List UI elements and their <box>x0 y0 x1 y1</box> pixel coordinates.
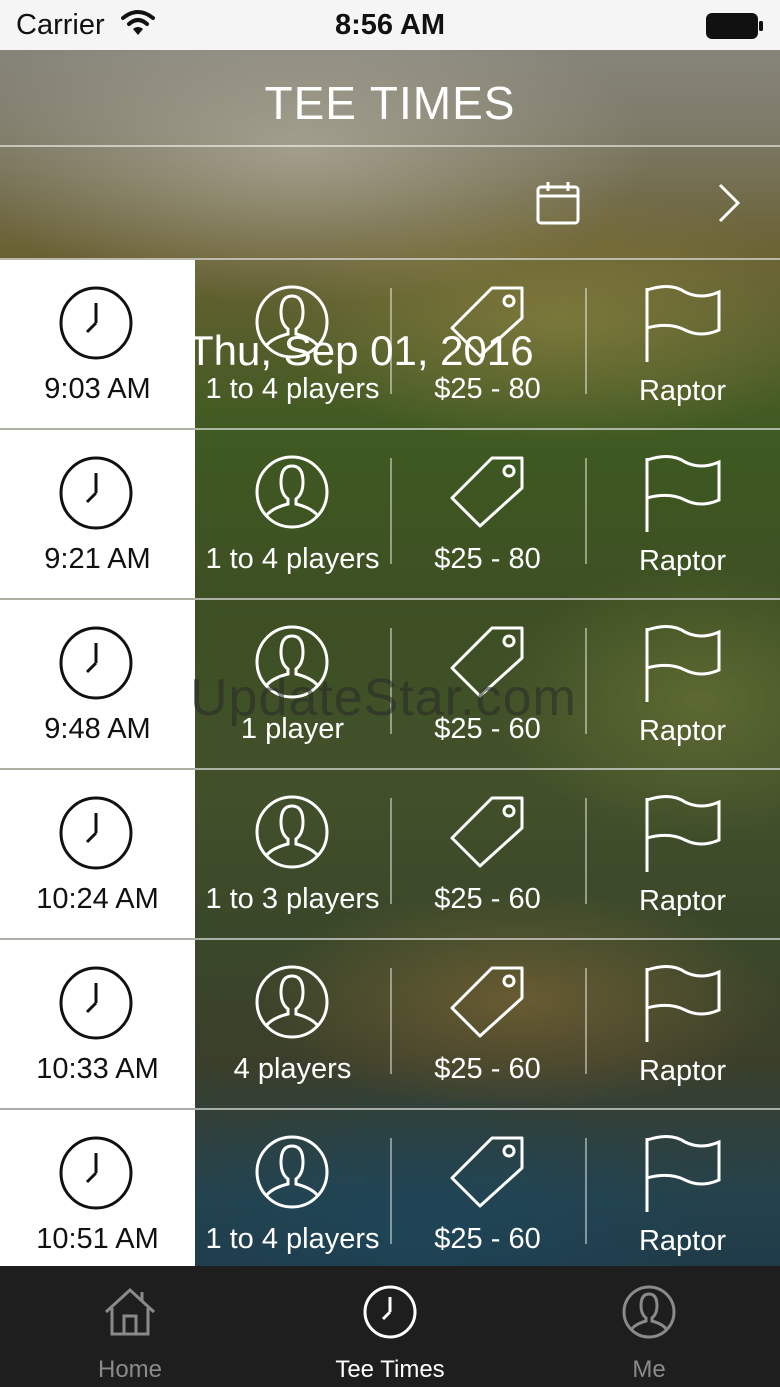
price-tag-icon <box>450 286 524 358</box>
price-cell: $25 - 80 <box>390 430 585 598</box>
time-cell[interactable]: 9:21 AM <box>0 430 195 598</box>
course-label: Raptor <box>638 1055 727 1087</box>
tee-time-row[interactable]: 9:21 AM 1 to 4 players $25 - 80 Raptor <box>0 428 780 598</box>
players-label: 4 players <box>233 1053 352 1085</box>
tab-bar: Home Tee Times Me <box>0 1266 780 1387</box>
person-icon <box>255 795 329 869</box>
course-cell: Raptor <box>585 600 780 768</box>
price-cell: $25 - 60 <box>390 770 585 938</box>
time-cell[interactable]: 10:33 AM <box>0 940 195 1108</box>
chevron-right-icon[interactable] <box>712 181 744 225</box>
clock-icon <box>59 286 133 360</box>
person-icon <box>255 285 329 359</box>
battery-icon <box>706 13 763 39</box>
status-bar: Carrier 8:56 AM <box>0 0 780 50</box>
players-cell: 1 to 4 players <box>195 1110 390 1266</box>
course-cell: Raptor <box>585 430 780 598</box>
tab-tee-times[interactable]: Tee Times <box>290 1266 490 1387</box>
players-label: 1 to 4 players <box>205 373 380 405</box>
course-label: Raptor <box>638 885 727 917</box>
players-label: 1 to 3 players <box>205 883 380 915</box>
course-label: Raptor <box>638 1225 727 1257</box>
players-cell: 1 to 4 players <box>195 260 390 428</box>
course-label: Raptor <box>638 545 727 577</box>
course-label: Raptor <box>638 715 727 747</box>
price-label: $25 - 60 <box>434 1053 541 1085</box>
price-label: $25 - 60 <box>434 883 541 915</box>
price-tag-icon <box>450 456 524 528</box>
person-icon <box>255 1135 329 1209</box>
course-cell: Raptor <box>585 260 780 428</box>
price-cell: $25 - 80 <box>390 260 585 428</box>
course-cell: Raptor <box>585 940 780 1108</box>
page-title-bar: TEE TIMES <box>0 50 780 146</box>
course-cell: Raptor <box>585 770 780 938</box>
players-label: 1 to 4 players <box>205 1223 380 1255</box>
price-tag-icon <box>450 1136 524 1208</box>
flag-icon <box>645 285 721 362</box>
players-cell: 1 to 3 players <box>195 770 390 938</box>
tee-time-row[interactable]: 10:33 AM 4 players $25 - 60 Raptor <box>0 938 780 1108</box>
clock-time: 8:56 AM <box>334 9 446 41</box>
course-cell: Raptor <box>585 1110 780 1266</box>
clock-icon <box>59 966 133 1040</box>
course-label: Raptor <box>638 375 727 407</box>
time-cell[interactable]: 9:48 AM <box>0 600 195 768</box>
page-title: TEE TIMES <box>264 77 516 129</box>
tee-time-row[interactable]: 9:03 AM 1 to 4 players $25 - 80 Raptor <box>0 258 780 428</box>
price-cell: $25 - 60 <box>390 940 585 1108</box>
players-cell: 4 players <box>195 940 390 1108</box>
person-icon <box>255 965 329 1039</box>
watermark: UpdateStar.com <box>190 669 577 727</box>
flag-icon <box>645 1135 721 1212</box>
clock-icon <box>59 1136 133 1210</box>
home-icon <box>104 1287 156 1336</box>
tee-time-label: 9:21 AM <box>44 543 151 575</box>
price-cell: $25 - 60 <box>390 1110 585 1266</box>
price-label: $25 - 60 <box>434 1223 541 1255</box>
time-cell[interactable]: 9:03 AM <box>0 260 195 428</box>
tee-time-label: 10:33 AM <box>36 1053 159 1085</box>
flag-icon <box>645 625 721 702</box>
clock-icon <box>59 626 133 700</box>
person-icon <box>255 455 329 529</box>
flag-icon <box>645 965 721 1042</box>
date-selector[interactable]: Thu, Sep 01, 2016 <box>0 147 780 374</box>
players-label: 1 to 4 players <box>205 543 380 575</box>
tab-home[interactable]: Home <box>30 1266 230 1387</box>
tee-time-label: 9:03 AM <box>44 373 151 405</box>
person-icon <box>622 1285 676 1339</box>
time-cell[interactable]: 10:51 AM <box>0 1110 195 1266</box>
players-cell: 1 to 4 players <box>195 430 390 598</box>
price-tag-icon <box>450 966 524 1038</box>
tee-times-list: 9:03 AM 1 to 4 players $25 - 80 Raptor 9:21 … <box>0 258 780 1266</box>
price-label: $25 - 80 <box>434 373 541 405</box>
tee-time-label: 10:51 AM <box>36 1223 159 1255</box>
tee-time-label: 10:24 AM <box>36 883 159 915</box>
clock-icon <box>363 1285 417 1339</box>
clock-icon <box>59 796 133 870</box>
clock-icon <box>59 456 133 530</box>
tee-time-label: 9:48 AM <box>44 713 151 745</box>
tee-time-row[interactable]: 10:24 AM 1 to 3 players $25 - 60 Raptor <box>0 768 780 938</box>
flag-icon <box>645 455 721 532</box>
time-cell[interactable]: 10:24 AM <box>0 770 195 938</box>
tee-time-row[interactable]: 10:51 AM 1 to 4 players $25 - 60 Raptor <box>0 1108 780 1266</box>
tab-home-label: Home <box>97 1356 163 1383</box>
calendar-icon[interactable] <box>536 181 580 225</box>
tab-me[interactable]: Me <box>549 1266 749 1387</box>
price-label: $25 - 80 <box>434 543 541 575</box>
flag-icon <box>645 795 721 872</box>
tab-tee-times-label: Tee Times <box>335 1356 445 1383</box>
price-tag-icon <box>450 796 524 868</box>
tab-me-label: Me <box>632 1356 666 1383</box>
